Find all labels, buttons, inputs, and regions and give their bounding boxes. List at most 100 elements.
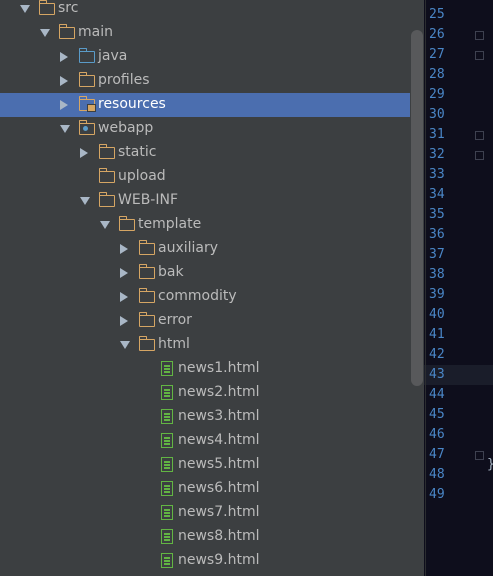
tree-item-auxiliary[interactable]: auxiliary	[0, 237, 410, 261]
tree-item-label: news7.html	[178, 504, 260, 520]
html-file-icon	[161, 481, 173, 496]
fold-marker-icon[interactable]	[475, 451, 484, 460]
tree-item-label: WEB-INF	[118, 192, 178, 208]
line-number: 30	[429, 107, 445, 122]
folder-icon	[138, 240, 155, 255]
line-number: 28	[429, 67, 445, 82]
tree-item-label: auxiliary	[158, 240, 219, 256]
tree-item-label: template	[138, 216, 202, 232]
tree-item-src[interactable]: src	[0, 0, 410, 21]
tree-item-label: news9.html	[178, 552, 260, 568]
expand-arrow-right-icon[interactable]	[120, 316, 128, 326]
fold-marker-icon[interactable]	[475, 31, 484, 40]
folder-icon	[138, 264, 155, 279]
folder-icon	[118, 216, 135, 231]
tree-item-bak[interactable]: bak	[0, 261, 410, 285]
fold-marker-icon[interactable]	[475, 51, 484, 60]
tree-item-news3-html[interactable]: news3.html	[0, 405, 410, 429]
project-tree[interactable]: src main java profiles resources webapp static…	[0, 0, 410, 576]
line-number: 38	[429, 267, 445, 282]
expand-arrow-down-icon[interactable]	[60, 125, 70, 133]
line-number: 25	[429, 7, 445, 22]
tree-item-news9-html[interactable]: news9.html	[0, 549, 410, 573]
expand-arrow-down-icon[interactable]	[20, 5, 30, 13]
folder-icon	[98, 168, 115, 183]
folder-icon	[38, 0, 55, 15]
tree-item-label: news3.html	[178, 408, 260, 424]
tree-item-news1-html[interactable]: news1.html	[0, 357, 410, 381]
tree-item-label: news5.html	[178, 456, 260, 472]
html-file-icon	[161, 385, 173, 400]
tree-item-webapp[interactable]: webapp	[0, 117, 410, 141]
expand-arrow-down-icon[interactable]	[100, 221, 110, 229]
line-number: 26	[429, 27, 445, 42]
html-file-icon	[161, 505, 173, 520]
line-number: 35	[429, 207, 445, 222]
expand-arrow-right-icon[interactable]	[120, 268, 128, 278]
tree-item-java[interactable]: java	[0, 45, 410, 69]
tree-item-label: html	[158, 336, 190, 352]
tree-item-news5-html[interactable]: news5.html	[0, 453, 410, 477]
html-file-icon	[161, 553, 173, 568]
tree-item-error[interactable]: error	[0, 309, 410, 333]
web-folder-icon	[78, 120, 95, 135]
line-number: 37	[429, 247, 445, 262]
folder-icon	[138, 336, 155, 351]
tree-item-web-inf[interactable]: WEB-INF	[0, 189, 410, 213]
line-number: 34	[429, 187, 445, 202]
expand-arrow-right-icon[interactable]	[80, 148, 88, 158]
expand-arrow-right-icon[interactable]	[60, 52, 68, 62]
line-number: 43	[429, 367, 445, 382]
fold-marker-icon[interactable]	[475, 151, 484, 160]
tree-item-label: src	[58, 0, 79, 16]
tree-item-label: upload	[118, 168, 166, 184]
line-number: 39	[429, 287, 445, 302]
tree-item-upload[interactable]: upload	[0, 165, 410, 189]
tree-item-news8-html[interactable]: news8.html	[0, 525, 410, 549]
gutter-divider	[425, 0, 426, 576]
expand-arrow-right-icon[interactable]	[120, 292, 128, 302]
html-file-icon	[161, 529, 173, 544]
expand-arrow-right-icon[interactable]	[120, 244, 128, 254]
closing-brace: }	[487, 455, 493, 475]
tree-item-label: webapp	[98, 120, 154, 136]
tree-item-html[interactable]: html	[0, 333, 410, 357]
html-file-icon	[161, 457, 173, 472]
source-folder-icon	[78, 48, 95, 63]
tree-item-news7-html[interactable]: news7.html	[0, 501, 410, 525]
tree-item-news2-html[interactable]: news2.html	[0, 381, 410, 405]
tree-item-template[interactable]: template	[0, 213, 410, 237]
expand-arrow-right-icon[interactable]	[60, 100, 68, 110]
tree-item-main[interactable]: main	[0, 21, 410, 45]
line-number: 44	[429, 387, 445, 402]
tree-item-label: news8.html	[178, 528, 260, 544]
tree-item-label: news6.html	[178, 480, 260, 496]
line-number: 45	[429, 407, 445, 422]
tree-item-label: news4.html	[178, 432, 260, 448]
tree-item-label: news1.html	[178, 360, 260, 376]
line-number: 48	[429, 467, 445, 482]
line-number: 49	[429, 487, 445, 502]
folder-icon	[138, 312, 155, 327]
tree-item-news4-html[interactable]: news4.html	[0, 429, 410, 453]
line-number: 32	[429, 147, 445, 162]
tree-scrollbar[interactable]	[411, 30, 423, 386]
folder-icon	[98, 192, 115, 207]
line-number: 31	[429, 127, 445, 142]
expand-arrow-right-icon[interactable]	[60, 76, 68, 86]
tree-item-label: news2.html	[178, 384, 260, 400]
tree-item-commodity[interactable]: commodity	[0, 285, 410, 309]
expand-arrow-down-icon[interactable]	[80, 197, 90, 205]
line-number: 29	[429, 87, 445, 102]
tree-item-label: static	[118, 144, 157, 160]
tree-item-static[interactable]: static	[0, 141, 410, 165]
expand-arrow-down-icon[interactable]	[40, 29, 50, 37]
expand-arrow-down-icon[interactable]	[120, 341, 130, 349]
fold-marker-icon[interactable]	[475, 131, 484, 140]
line-number: 33	[429, 167, 445, 182]
tree-item-label: error	[158, 312, 192, 328]
line-number: 47	[429, 447, 445, 462]
tree-item-resources[interactable]: resources	[0, 93, 410, 117]
tree-item-profiles[interactable]: profiles	[0, 69, 410, 93]
tree-item-news6-html[interactable]: news6.html	[0, 477, 410, 501]
